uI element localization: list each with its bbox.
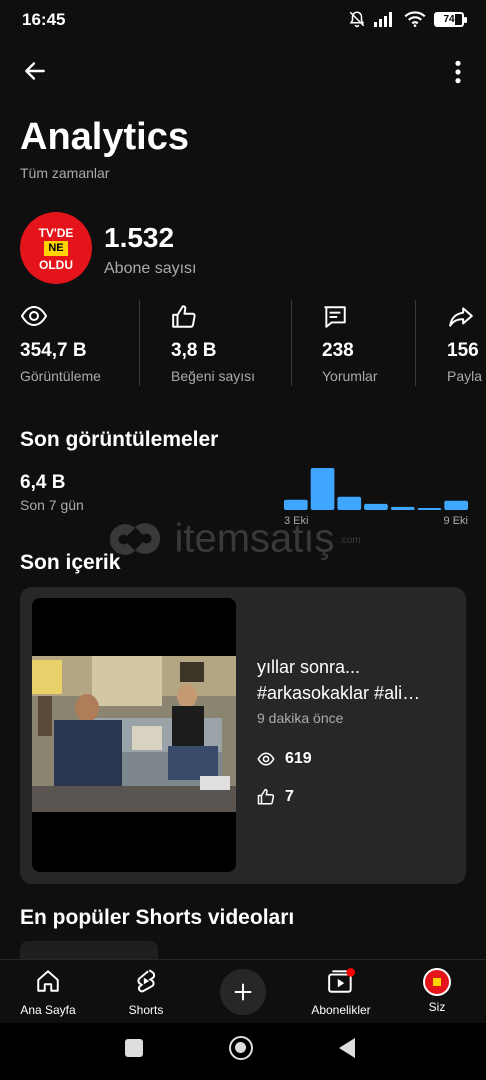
eye-icon xyxy=(20,305,48,327)
nav-home-label: Ana Sayfa xyxy=(20,1003,76,1017)
divider xyxy=(291,300,292,386)
back-button[interactable] xyxy=(337,1037,357,1059)
thumbnail-scene-image xyxy=(32,656,236,812)
time-range-label: Tüm zamanlar xyxy=(20,165,110,181)
chart-bar xyxy=(364,503,388,510)
recents-button[interactable] xyxy=(125,1039,143,1057)
subscriber-label: Abone sayısı xyxy=(104,260,197,277)
logo-line-3: OLDU xyxy=(39,258,73,272)
nav-you-label: Siz xyxy=(428,1000,446,1014)
chart-bar xyxy=(417,508,442,510)
system-nav-bar xyxy=(0,1023,486,1080)
home-icon xyxy=(37,970,59,992)
channel-avatar[interactable]: TV'DE NE OLDU xyxy=(20,212,92,284)
shorts-icon xyxy=(137,969,156,993)
page-title: Analytics xyxy=(20,116,189,158)
nav-subscriptions[interactable]: Abonelikler xyxy=(296,968,386,1017)
chart-bar xyxy=(444,500,468,510)
nav-subscriptions-label: Abonelikler xyxy=(311,1003,371,1017)
divider xyxy=(139,300,140,386)
nav-you[interactable]: Siz xyxy=(392,968,482,1014)
logo-line-1: TV'DE xyxy=(38,226,74,240)
recent-content-title: Son içerik xyxy=(20,551,121,574)
video-title-line-2: #arkasokaklar #ali… xyxy=(257,683,421,703)
video-views: 619 xyxy=(257,750,312,768)
video-thumbnail[interactable] xyxy=(32,598,236,872)
recent-views-period: Son 7 gün xyxy=(20,497,84,513)
share-icon xyxy=(449,307,473,327)
stat-label: Beğeni sayısı xyxy=(171,368,256,384)
signal-icon xyxy=(374,12,392,27)
video-likes-value: 7 xyxy=(285,788,294,805)
logo-line-2: NE xyxy=(44,241,68,256)
nav-shorts[interactable]: Shorts xyxy=(101,968,191,1017)
stat-shares[interactable]: 156 Payla xyxy=(447,300,486,388)
status-icons: 74 xyxy=(348,10,467,28)
wifi-icon xyxy=(404,11,426,27)
recent-views-title: Son görüntülemeler xyxy=(20,428,219,451)
status-time: 16:45 xyxy=(22,10,66,29)
comment-icon xyxy=(324,306,346,328)
more-vert-icon[interactable] xyxy=(449,59,467,85)
subscriptions-icon xyxy=(328,968,355,993)
chart-tick-label: 9 Eki xyxy=(444,515,468,527)
home-button[interactable] xyxy=(229,1036,253,1060)
stat-value: 354,7 B xyxy=(20,340,87,361)
video-likes: 7 xyxy=(257,788,294,806)
plus-icon xyxy=(234,983,252,1001)
avatar-badge xyxy=(433,978,441,986)
stat-value: 238 xyxy=(322,340,354,361)
nav-shorts-label: Shorts xyxy=(128,1003,164,1017)
chart-bar xyxy=(284,499,308,510)
subscriber-count: 1.532 xyxy=(104,222,175,253)
battery-icon: 74 xyxy=(434,11,467,27)
muted-bell-icon xyxy=(349,11,365,28)
divider xyxy=(415,300,416,386)
stat-label: Yorumlar xyxy=(322,368,378,384)
nav-home[interactable]: Ana Sayfa xyxy=(3,968,93,1017)
video-views-value: 619 xyxy=(285,750,312,767)
stat-label: Görüntüleme xyxy=(20,368,101,384)
chart-bar xyxy=(390,506,415,510)
recent-views-value: 6,4 B xyxy=(20,472,66,493)
watermark-sub: .com xyxy=(338,535,361,547)
chart-bar xyxy=(310,468,335,510)
thumbs-up-icon xyxy=(172,305,196,328)
video-title[interactable]: yıllar sonra... #arkasokaklar #ali… xyxy=(257,654,457,706)
watermark-text: itemsatış xyxy=(174,516,335,561)
create-button[interactable] xyxy=(220,969,266,1015)
chart-bar xyxy=(337,496,362,510)
battery-level: 74 xyxy=(443,13,455,25)
stat-label: Payla xyxy=(447,368,483,384)
stat-value: 156 xyxy=(447,340,479,361)
thumbs-up-icon xyxy=(257,788,275,805)
stat-value: 3,8 B xyxy=(171,340,217,361)
watermark: itemsatış .com xyxy=(100,514,361,564)
video-title-line-1: yıllar sonra... xyxy=(257,657,361,677)
back-arrow-icon[interactable] xyxy=(22,58,48,84)
eye-icon xyxy=(257,752,275,766)
popular-shorts-title: En popüler Shorts videoları xyxy=(20,906,295,929)
profile-avatar xyxy=(423,968,451,996)
video-time: 9 dakika önce xyxy=(257,710,344,726)
bottom-nav: Ana Sayfa Shorts Abonelikler Siz xyxy=(0,959,486,1024)
